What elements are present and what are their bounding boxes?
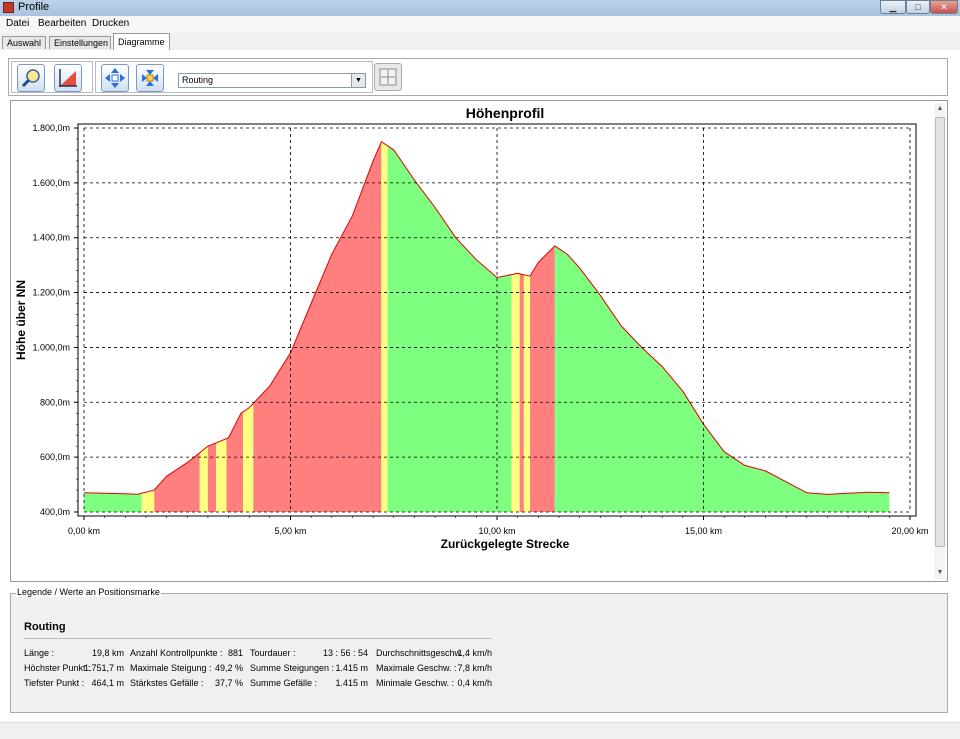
chart-icon xyxy=(59,69,77,87)
legend-stat-value: 49,2 % xyxy=(214,663,243,673)
status-bar xyxy=(0,722,960,739)
expand-button[interactable] xyxy=(101,64,129,92)
legend-stat-value: 1,4 km/h xyxy=(457,648,492,658)
legend-series-name: Routing xyxy=(24,621,66,633)
scrollbar-thumb[interactable] xyxy=(935,117,945,547)
chart-button[interactable] xyxy=(54,64,82,92)
legend-stat-label: Summe Steigungen : xyxy=(250,663,335,673)
legend-stat-value: 19,8 km xyxy=(91,648,124,658)
legend-stat-label: Länge : xyxy=(24,648,55,658)
legend-stat-value: 1.415 m xyxy=(335,678,368,688)
zoom-button[interactable] xyxy=(17,64,45,92)
minimize-button[interactable]: ▁ xyxy=(880,0,906,14)
fit-button[interactable] xyxy=(374,63,402,91)
legend-stat-label: Tourdauer : xyxy=(250,648,296,658)
tab-diagramme[interactable]: Diagramme xyxy=(113,33,170,50)
app-icon xyxy=(3,2,14,13)
fit-icon xyxy=(379,68,397,86)
title-bar: Profile ▁ □ ✕ xyxy=(0,0,960,17)
legend-stat-value: 1.751,7 m xyxy=(83,663,124,673)
legend-stat-label: Maximale Steigung : xyxy=(130,663,212,673)
menu-drucken[interactable]: Drucken xyxy=(92,18,129,29)
legend-stat-value: 881 xyxy=(227,648,243,658)
chart-panel xyxy=(10,100,948,582)
legend-stat-value: 13 : 56 : 54 xyxy=(322,648,368,658)
menu-bearbeiten[interactable]: Bearbeiten xyxy=(38,18,86,29)
legend-stat-label: Stärkstes Gefälle : xyxy=(130,678,204,688)
legend-stat-label: Höchster Punkt : xyxy=(24,663,91,673)
tab-auswahl[interactable]: Auswahl xyxy=(2,36,46,49)
toolbar-group-1 xyxy=(11,61,93,93)
legend-caption: Legende / Werte an Positionsmarke xyxy=(16,587,161,597)
scroll-down-icon[interactable]: ▼ xyxy=(934,567,946,579)
legend-stat-label: Summe Gefälle : xyxy=(250,678,318,688)
profile-select[interactable]: Routing ▼ xyxy=(178,73,366,88)
legend-stat-value: 464,1 m xyxy=(91,678,124,688)
toolbar: Routing ▼ xyxy=(8,58,948,96)
zoom-in-arrows-icon xyxy=(105,68,125,88)
legend-stat-label: Minimale Geschw. : xyxy=(376,678,455,688)
scroll-up-icon[interactable]: ▲ xyxy=(934,103,946,115)
profile-select-value: Routing xyxy=(182,75,214,85)
tab-bar: Auswahl Einstellungen Diagramme xyxy=(0,33,960,51)
legend-stat-label: Durchschnittsgeschw. : xyxy=(376,648,469,658)
collapse-button[interactable] xyxy=(136,64,164,92)
chevron-down-icon[interactable]: ▼ xyxy=(351,74,365,87)
menu-bar: Datei Bearbeiten Drucken xyxy=(0,16,960,33)
legend-stat-value: 0,4 km/h xyxy=(457,678,492,688)
legend-stat-label: Tiefster Punkt : xyxy=(24,678,85,688)
close-button[interactable]: ✕ xyxy=(930,0,958,14)
legend-stat-value: 1.415 m xyxy=(335,663,368,673)
maximize-button[interactable]: □ xyxy=(906,0,930,14)
legend-stat-value: 37,7 % xyxy=(214,678,243,688)
window-title: Profile xyxy=(18,1,50,13)
legend-stat-label: Maximale Geschw. : xyxy=(376,663,457,673)
toolbar-group-2: Routing ▼ xyxy=(95,61,373,93)
menu-datei[interactable]: Datei xyxy=(6,18,29,29)
legend-stat-label: Anzahl Kontrollpunkte : xyxy=(130,648,223,658)
legend-separator xyxy=(24,638,492,639)
chart-scrollbar[interactable]: ▲ ▼ xyxy=(934,103,946,579)
zoom-out-arrows-icon xyxy=(142,70,158,86)
zoom-icon xyxy=(21,69,40,88)
legend-stat-value: 7,8 km/h xyxy=(457,663,492,673)
tab-einstellungen[interactable]: Einstellungen xyxy=(49,36,111,49)
